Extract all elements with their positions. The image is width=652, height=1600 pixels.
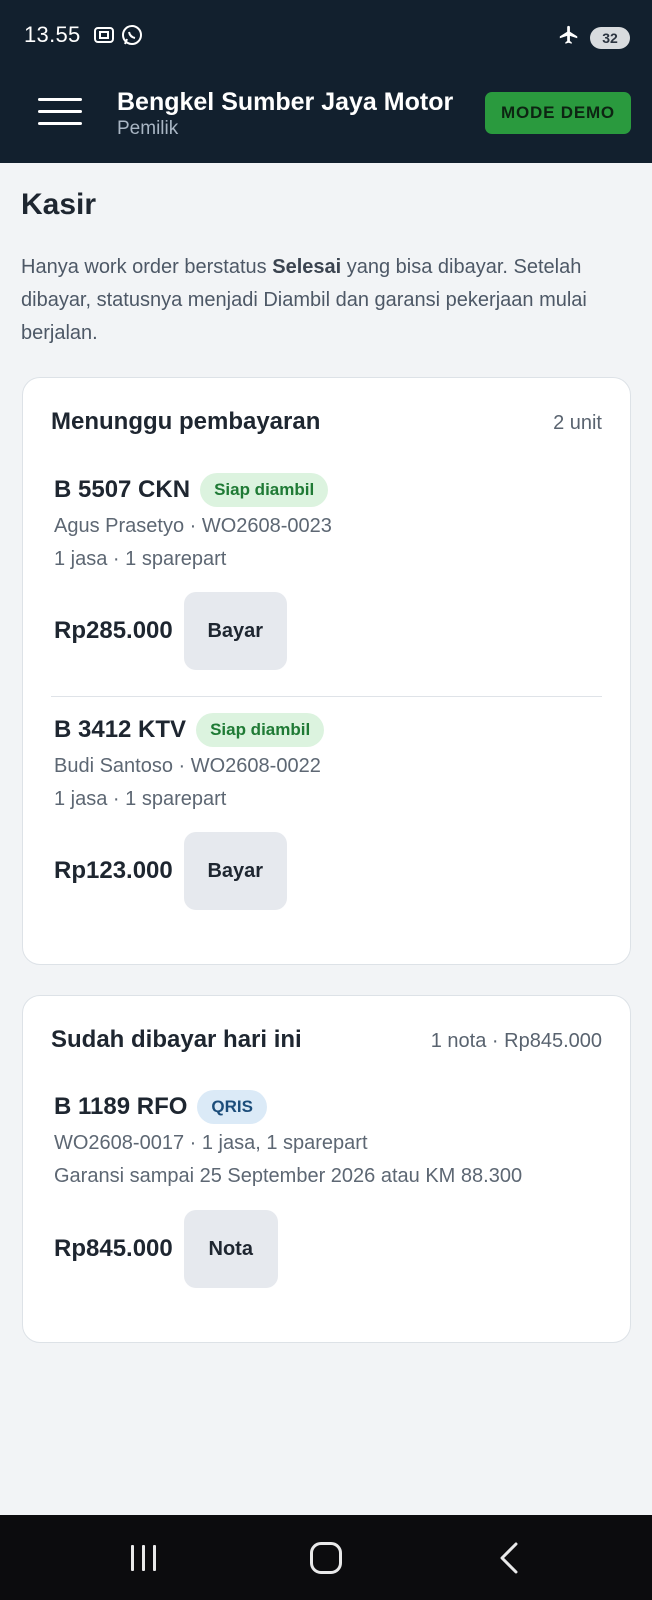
pay-button[interactable]: Bayar xyxy=(183,832,287,910)
status-icons-left xyxy=(92,23,144,52)
paid-today-card: Sudah dibayar hari ini 1 nota · Rp845.00… xyxy=(22,995,631,1343)
intro-text-bold: Selesai xyxy=(272,256,342,278)
pay-row: Rp123.000 Bayar xyxy=(54,832,287,910)
pay-row: Rp285.000 Bayar xyxy=(54,592,287,670)
pending-card-header: Menunggu pembayaran 2 unit xyxy=(51,408,602,436)
intro-text-start: Hanya work order berstatus xyxy=(21,256,273,278)
plate-number: B 5507 CKN xyxy=(54,476,191,503)
system-navigation-bar xyxy=(0,1515,652,1600)
list-item: B 3412 KTV Siap diambil Budi Santoso · W… xyxy=(54,713,602,910)
customer-workorder: Budi Santoso · WO2608-0022 xyxy=(54,755,321,777)
page-title: Kasir xyxy=(21,188,97,221)
list-item: B 1189 RFO QRIS WO2608-0017 · 1 jasa, 1 … xyxy=(54,1090,602,1290)
item-price: Rp845.000 xyxy=(54,1235,173,1262)
status-icons-right: 32 xyxy=(558,24,630,51)
paid-card-header: Sudah dibayar hari ini 1 nota · Rp845.00… xyxy=(51,1026,602,1054)
workorder-summary: WO2608-0017 · 1 jasa, 1 sparepart xyxy=(54,1132,368,1154)
receipt-row: Rp845.000 Nota xyxy=(54,1210,278,1288)
battery-icon: 32 xyxy=(590,26,630,49)
intro-text: Hanya work order berstatus Selesai yang … xyxy=(21,251,636,350)
status-badge: Siap diambil xyxy=(196,713,325,747)
whatsapp-icon xyxy=(120,23,144,52)
pay-button[interactable]: Bayar xyxy=(183,592,287,670)
item-summary: 1 jasa · 1 sparepart xyxy=(54,788,227,810)
paid-card-title: Sudah dibayar hari ini xyxy=(51,1026,302,1053)
demo-mode-button[interactable]: MODE DEMO xyxy=(485,92,631,134)
item-summary: 1 jasa · 1 sparepart xyxy=(54,548,227,570)
list-item: B 5507 CKN Siap diambil Agus Prasetyo · … xyxy=(54,473,602,670)
pending-card-count: 2 unit xyxy=(553,412,602,434)
recent-apps-icon[interactable] xyxy=(131,1545,156,1571)
receipt-button[interactable]: Nota xyxy=(183,1210,278,1288)
menu-button[interactable] xyxy=(38,98,82,128)
app-title: Bengkel Sumber Jaya Motor xyxy=(117,88,454,116)
payment-method-badge: QRIS xyxy=(197,1090,267,1124)
status-badge: Siap diambil xyxy=(200,473,329,507)
plate-number: B 3412 KTV xyxy=(54,716,187,743)
item-price: Rp123.000 xyxy=(54,857,173,884)
customer-workorder: Agus Prasetyo · WO2608-0023 xyxy=(54,515,332,537)
paid-card-summary: 1 nota · Rp845.000 xyxy=(430,1030,602,1052)
item-price: Rp285.000 xyxy=(54,617,173,644)
pending-payment-card: Menunggu pembayaran 2 unit B 5507 CKN Si… xyxy=(22,377,631,965)
status-time: 13.55 xyxy=(24,22,81,47)
screenshot-icon xyxy=(92,23,116,52)
pending-card-title: Menunggu pembayaran xyxy=(51,408,321,435)
plate-number: B 1189 RFO xyxy=(54,1093,188,1120)
airplane-icon xyxy=(558,24,580,51)
home-icon[interactable] xyxy=(310,1542,342,1574)
back-icon[interactable] xyxy=(496,1541,522,1580)
warranty-info: Garansi sampai 25 September 2026 atau KM… xyxy=(54,1165,523,1187)
app-header: 13.55 32 Bengkel Sumber Jaya Motor Pemil… xyxy=(0,0,652,163)
item-divider xyxy=(51,696,602,697)
app-subtitle: Pemilik xyxy=(117,118,179,139)
